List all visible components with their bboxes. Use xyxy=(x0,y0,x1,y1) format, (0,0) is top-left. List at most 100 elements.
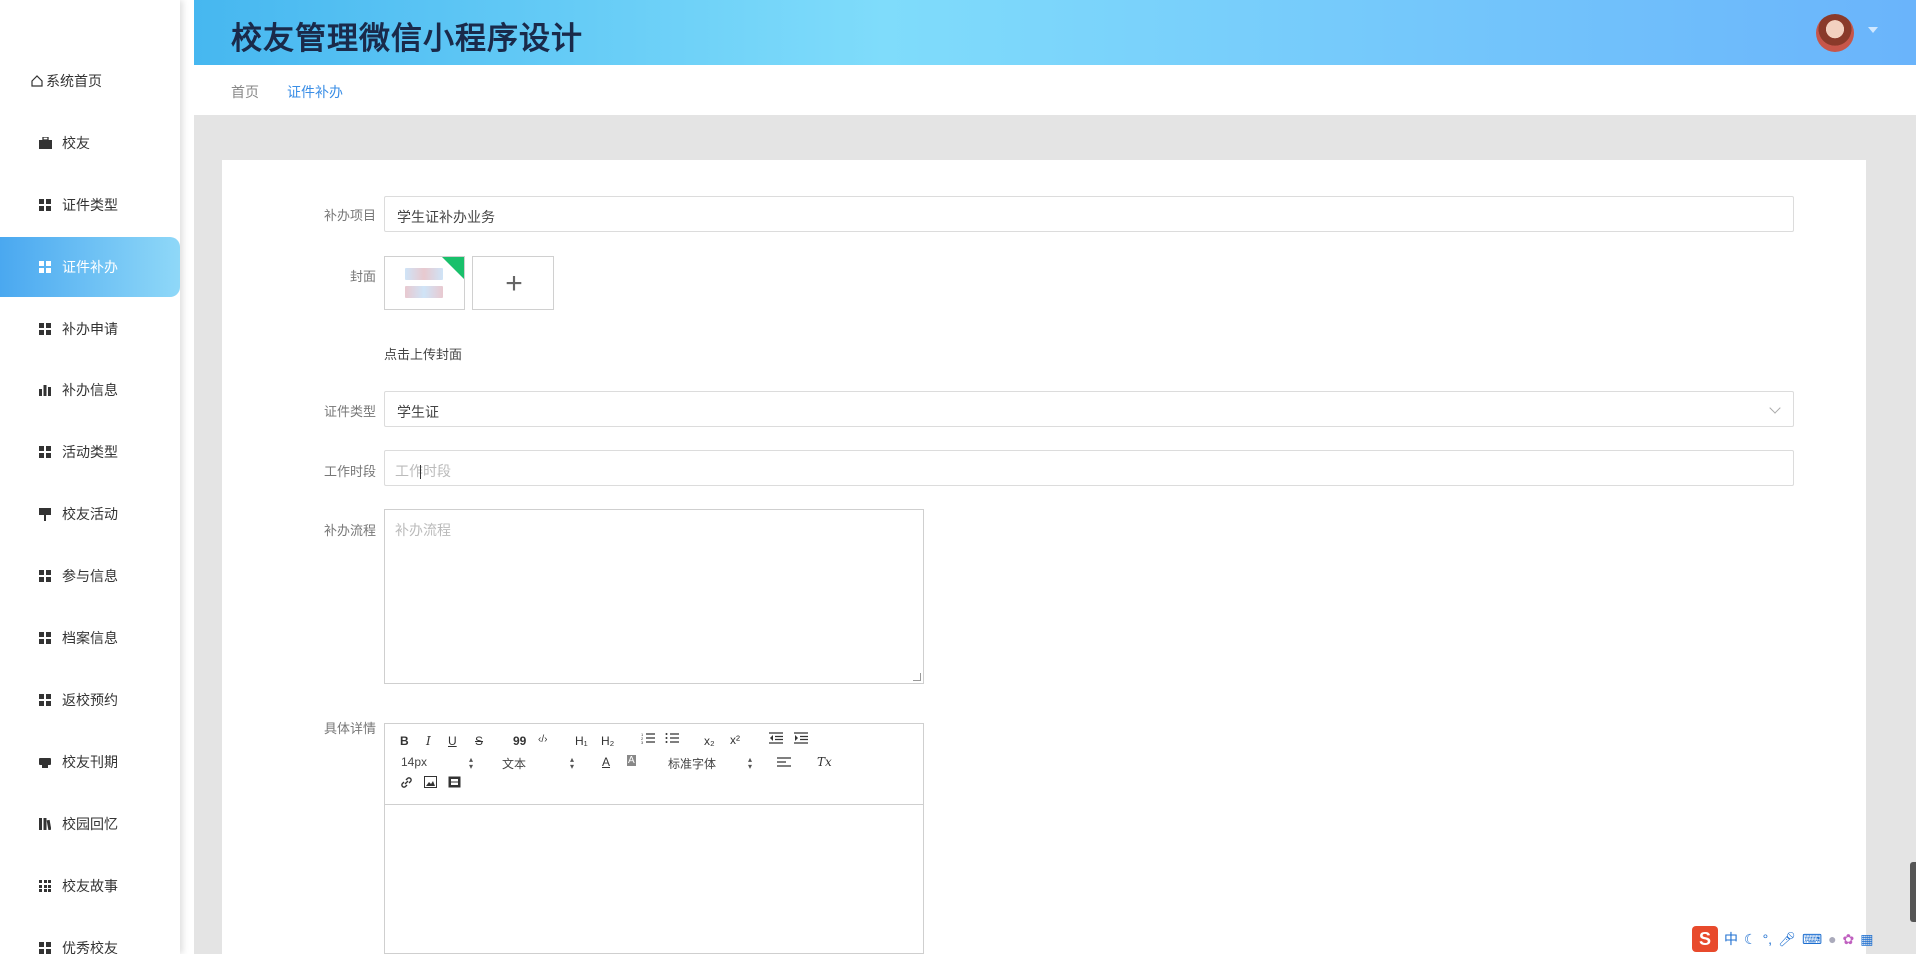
resize-handle-icon[interactable] xyxy=(913,673,921,681)
side-edge-handle[interactable] xyxy=(1910,862,1916,922)
sidebar-item-label: 活动类型 xyxy=(62,444,118,460)
skin-icon[interactable]: ✿ xyxy=(1843,931,1855,948)
sidebar-item-label: 档案信息 xyxy=(62,630,118,646)
sidebar-item-return-booking[interactable]: 返校预约 xyxy=(0,670,180,730)
sidebar-item-reissue-info[interactable]: 补办信息 xyxy=(0,360,180,420)
grid-icon xyxy=(38,445,52,459)
font-size-select[interactable]: 14px ▴ ▾ xyxy=(401,755,476,771)
app-title: 校友管理微信小程序设计 xyxy=(231,21,583,56)
ime-lang-toggle[interactable]: 中 xyxy=(1724,929,1738,949)
link-icon[interactable] xyxy=(400,776,413,792)
grid-icon xyxy=(38,693,52,707)
sidebar-item-home[interactable]: 系统首页 xyxy=(0,51,180,111)
font-family-select[interactable]: 标准字体 ▴ ▾ xyxy=(668,755,753,772)
video-icon[interactable] xyxy=(448,776,461,791)
process-placeholder: 补办流程 xyxy=(395,522,451,538)
sidebar-item-label: 返校预约 xyxy=(62,692,118,708)
outdent-icon[interactable] xyxy=(769,732,783,747)
font-size-value: 14px xyxy=(401,755,428,769)
project-value: 学生证补办业务 xyxy=(397,209,495,225)
text-cursor-icon xyxy=(420,465,421,479)
project-input[interactable]: 学生证补办业务 xyxy=(384,196,1794,232)
code-button[interactable]: ‹/› xyxy=(538,734,547,745)
work-time-input[interactable]: 工作时段 xyxy=(384,450,1794,486)
grid-icon xyxy=(38,260,52,274)
quote-button[interactable]: 99 xyxy=(513,734,526,748)
keyboard-icon[interactable]: ⌨ xyxy=(1802,931,1822,948)
bullet-list-icon[interactable] xyxy=(665,732,679,747)
cover-upload-hint: 点击上传封面 xyxy=(384,347,463,362)
briefcase-icon xyxy=(38,136,52,150)
sidebar-item-participation[interactable]: 参与信息 xyxy=(0,546,180,606)
cert-type-select[interactable]: 学生证 xyxy=(384,391,1794,427)
sidebar-item-label: 校友刊期 xyxy=(62,754,118,770)
sogou-logo-icon[interactable]: S xyxy=(1692,926,1718,952)
editor-toolbar: B I U S 99 ‹/› H₁ H₂ 123 x₂ x² 14px ▴ ▾ 文… xyxy=(385,724,923,805)
underline-button[interactable]: U xyxy=(448,734,457,748)
h1-button[interactable]: H₁ xyxy=(575,734,588,748)
strike-button[interactable]: S xyxy=(475,734,483,748)
breadcrumb-home[interactable]: 首页 xyxy=(231,82,259,102)
punctuation-icon[interactable]: °, xyxy=(1763,931,1773,947)
sidebar-item-label: 校友故事 xyxy=(62,878,118,894)
work-time-placeholder: 工作时段 xyxy=(395,463,451,479)
top-header: 校友管理微信小程序设计 xyxy=(194,0,1916,65)
image-icon[interactable] xyxy=(424,776,437,791)
block-type-select[interactable]: 文本 ▴ ▾ xyxy=(502,755,577,772)
sidebar-item-reissue-apply[interactable]: 补办申请 xyxy=(0,299,180,359)
project-label: 补办项目 xyxy=(323,208,376,223)
block-type-value: 文本 xyxy=(502,757,527,771)
sidebar-item-label: 证件类型 xyxy=(62,197,118,213)
apps-grid-icon[interactable]: ▦ xyxy=(1860,931,1873,948)
sidebar-item-label: 补办信息 xyxy=(62,382,118,398)
clear-format-button[interactable]: Tx xyxy=(817,755,832,769)
sidebar-item-label: 校友活动 xyxy=(62,506,118,522)
check-corner-icon xyxy=(442,257,464,279)
sidebar-item-archive[interactable]: 档案信息 xyxy=(0,608,180,668)
sidebar-item-periodicals[interactable]: 校友刊期 xyxy=(0,732,180,792)
sidebar-item-label: 补办申请 xyxy=(62,321,118,337)
sidebar-item-label: 校友 xyxy=(62,135,90,151)
cert-type-value: 学生证 xyxy=(397,404,439,420)
sidebar-item-memories[interactable]: 校园回忆 xyxy=(0,794,180,854)
background-color-button[interactable]: A xyxy=(627,755,636,766)
process-textarea[interactable]: 补办流程 xyxy=(384,509,924,684)
subscript-button[interactable]: x₂ xyxy=(704,734,715,748)
ordered-list-icon[interactable]: 123 xyxy=(641,732,655,747)
sidebar-item-label: 校园回忆 xyxy=(62,816,118,832)
sidebar-item-cert-reissue[interactable]: 证件补办 xyxy=(0,237,180,297)
bar-chart-icon xyxy=(38,383,52,397)
select-arrows-icon: ▴ ▾ xyxy=(748,755,753,771)
sidebar-item-cert-type[interactable]: 证件类型 xyxy=(0,175,180,235)
h2-button[interactable]: H₂ xyxy=(601,734,614,748)
flag-icon xyxy=(38,507,52,521)
bold-button[interactable]: B xyxy=(400,734,409,748)
breadcrumb-current: 证件补办 xyxy=(287,84,343,100)
chevron-down-icon[interactable] xyxy=(1868,27,1878,33)
cover-thumbnail[interactable] xyxy=(384,256,465,310)
sidebar-item-alumni-activity[interactable]: 校友活动 xyxy=(0,484,180,544)
grid-icon xyxy=(38,569,52,583)
process-label: 补办流程 xyxy=(323,523,376,538)
user-icon[interactable]: ● xyxy=(1828,931,1836,947)
sidebar-item-stories[interactable]: 校友故事 xyxy=(0,856,180,916)
microphone-icon[interactable]: 🎤︎ xyxy=(1778,931,1796,948)
grid-icon xyxy=(38,198,52,212)
details-editor: B I U S 99 ‹/› H₁ H₂ 123 x₂ x² 14px ▴ ▾ 文… xyxy=(384,723,924,954)
sidebar-item-alumni[interactable]: 校友 xyxy=(0,113,180,173)
moon-icon[interactable]: ☾ xyxy=(1744,931,1757,948)
italic-button[interactable]: I xyxy=(426,734,431,748)
sidebar-item-label: 参与信息 xyxy=(62,568,118,584)
sidebar-item-activity-type[interactable]: 活动类型 xyxy=(0,422,180,482)
font-color-button[interactable]: A xyxy=(602,755,610,769)
avatar[interactable] xyxy=(1816,14,1854,52)
details-label: 具体详情 xyxy=(323,721,376,736)
cover-upload-button[interactable]: + xyxy=(472,256,554,310)
indent-icon[interactable] xyxy=(794,732,808,747)
grid-icon xyxy=(38,322,52,336)
superscript-button[interactable]: x² xyxy=(730,733,740,747)
align-icon[interactable] xyxy=(777,757,791,771)
select-arrows-icon: ▴ ▾ xyxy=(570,755,575,771)
plus-icon: + xyxy=(505,267,523,300)
sidebar-item-outstanding[interactable]: 优秀校友 xyxy=(0,918,180,954)
